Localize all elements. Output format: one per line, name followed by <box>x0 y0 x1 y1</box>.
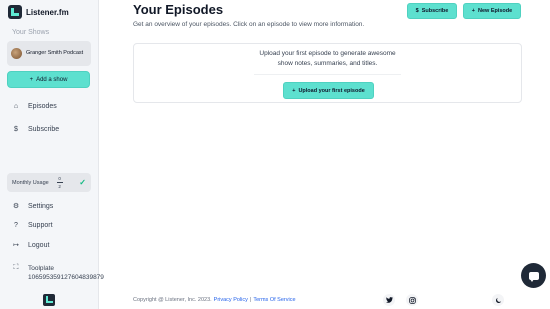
chat-icon <box>528 271 539 282</box>
plus-icon: + <box>292 87 296 94</box>
dollar-icon: $ <box>14 126 18 133</box>
user-icon: ⛶ <box>13 264 19 271</box>
plus-icon: + <box>471 8 475 14</box>
shows-label: Your Shows <box>12 29 50 36</box>
subscribe-button[interactable]: $ Subscribe <box>407 3 457 19</box>
logout-icon: ↦ <box>13 242 19 249</box>
footer-text: Copyright @ Listener, Inc. 2023. Privacy… <box>133 297 296 303</box>
usage-total: 2 <box>58 183 61 189</box>
add-show-button[interactable]: + Add a show <box>7 71 90 88</box>
home-icon: ⌂ <box>13 103 19 110</box>
sidebar-item-logout[interactable]: ↦ Logout <box>12 241 50 250</box>
empty-state-line2: show notes, summaries, and titles. <box>277 60 378 67</box>
show-card[interactable]: Granger Smith Podcast <box>7 41 91 66</box>
sidebar-item-subscribe[interactable]: $ Subscribe <box>12 126 59 133</box>
sidebar-item-label: Support <box>28 222 53 229</box>
divider <box>254 74 401 75</box>
user-name: Toolplate <box>28 265 55 272</box>
add-show-label: Add a show <box>36 76 68 83</box>
dark-mode-icon[interactable] <box>492 294 504 306</box>
brand-name: Listener.fm <box>26 7 69 17</box>
usage-used: 0 <box>58 176 61 182</box>
new-episode-button[interactable]: + New Episode <box>463 3 521 19</box>
new-episode-label: New Episode <box>477 8 513 14</box>
brand[interactable]: Listener.fm <box>8 5 69 19</box>
listener-logo-icon <box>8 5 22 19</box>
sidebar-item-label: Subscribe <box>28 126 60 133</box>
sidebar-item-label: Settings <box>28 202 54 210</box>
dollar-icon: $ <box>415 8 419 14</box>
sidebar-item-label: Episodes <box>28 103 57 110</box>
check-icon: ✓ <box>79 178 86 187</box>
page-subtitle: Get an overview of your episodes. Click … <box>133 21 365 28</box>
show-name: Granger Smith Podcast <box>26 50 84 56</box>
page-title: Your Episodes <box>133 2 224 17</box>
twitter-icon[interactable] <box>383 294 395 306</box>
usage-label: Monthly Usage <box>12 179 49 186</box>
sidebar-item-settings[interactable]: ⚙ Settings <box>12 202 54 211</box>
upload-episode-button[interactable]: + Upload your first episode <box>283 82 374 99</box>
sidebar-item-episodes[interactable]: ⌂ Episodes <box>12 103 57 110</box>
sidebar-item-support[interactable]: ? Support <box>12 222 53 229</box>
usage-fraction: 0 2 <box>56 176 63 189</box>
terms-of-service-link[interactable]: Terms Of Service <box>253 297 295 303</box>
subscribe-label: Subscribe <box>421 8 449 14</box>
help-icon: ? <box>14 222 18 229</box>
monthly-usage: Monthly Usage 0 2 ✓ <box>7 173 91 192</box>
instagram-icon[interactable] <box>406 294 418 306</box>
privacy-policy-link[interactable]: Privacy Policy <box>214 297 248 303</box>
user-id: 106595359127604839879 <box>28 274 104 281</box>
empty-state-line1: Upload your first episode to generate aw… <box>259 50 396 57</box>
podcast-avatar <box>11 48 22 59</box>
footer-logo-icon[interactable] <box>43 294 55 306</box>
footer-separator: | <box>249 297 252 303</box>
sidebar-item-label: Logout <box>28 241 50 249</box>
copyright-text: Copyright @ Listener, Inc. 2023. <box>133 297 212 303</box>
chat-button[interactable] <box>521 263 546 288</box>
user-account[interactable]: ⛶ Toolplate 106595359127604839879 <box>12 264 104 282</box>
sidebar: Listener.fm Your Shows Granger Smith Pod… <box>0 0 104 309</box>
plus-icon: + <box>29 76 34 83</box>
upload-episode-label: Upload your first episode <box>298 87 365 94</box>
empty-state-card: Upload your first episode to generate aw… <box>133 43 522 103</box>
empty-state-text: Upload your first episode to generate aw… <box>134 49 521 69</box>
gear-icon: ⚙ <box>12 203 20 210</box>
